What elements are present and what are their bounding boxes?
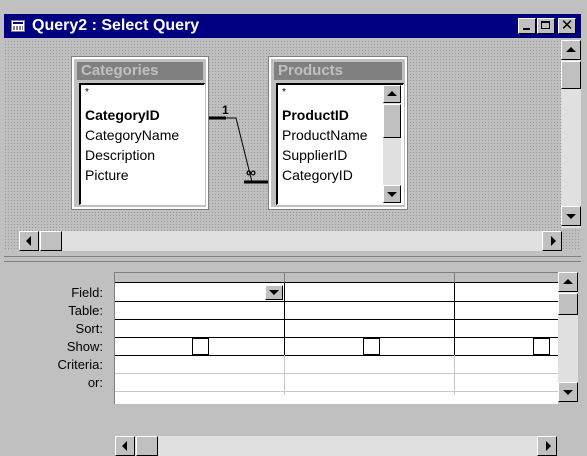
field-list-title[interactable]: Products — [274, 62, 402, 80]
right-arrow-icon — [546, 441, 551, 451]
scroll-up-button[interactable] — [383, 85, 401, 103]
field-list-item[interactable]: CategoryID — [282, 167, 353, 183]
field-list-item[interactable]: SupplierID — [282, 147, 347, 163]
scroll-thumb[interactable] — [558, 293, 578, 315]
column-selector[interactable] — [285, 273, 455, 283]
chevron-down-icon — [269, 290, 279, 295]
scroll-down-button[interactable] — [383, 185, 401, 203]
field-cell[interactable] — [115, 284, 284, 301]
title-bar[interactable]: Query2 : Select Query ✕ — [4, 14, 581, 38]
field-list-body[interactable]: * ProductID ProductName SupplierID Categ… — [276, 83, 404, 205]
products-field-list[interactable]: Products * ProductID ProductName Supplie… — [268, 56, 408, 210]
scroll-right-button[interactable] — [537, 436, 557, 456]
field-list-item[interactable]: * — [282, 88, 286, 98]
scroll-thumb[interactable] — [136, 436, 158, 456]
field-list-item[interactable]: ProductName — [282, 127, 368, 143]
field-list-item-key[interactable]: ProductID — [282, 107, 349, 123]
field-list-item-key[interactable]: CategoryID — [85, 107, 160, 123]
field-list-item[interactable]: CategoryName — [85, 127, 179, 143]
query-window: Query2 : Select Query ✕ 1 ∞ Categories *… — [0, 0, 587, 456]
down-arrow-icon — [566, 214, 576, 219]
table-pane-vertical-scrollbar[interactable] — [561, 40, 581, 228]
field-cell[interactable] — [285, 284, 454, 301]
scroll-thumb[interactable] — [40, 231, 62, 251]
maximize-button[interactable] — [537, 18, 555, 34]
design-grid-horizontal-scrollbar[interactable] — [115, 436, 557, 456]
window-title: Query2 : Select Query — [32, 17, 200, 34]
down-arrow-icon — [563, 390, 573, 395]
column-selector[interactable] — [115, 273, 285, 283]
down-arrow-icon — [387, 192, 397, 197]
pane-splitter[interactable] — [4, 256, 581, 262]
left-arrow-icon — [26, 236, 31, 246]
row-label-table: Table: — [68, 303, 103, 318]
scroll-right-button[interactable] — [542, 231, 562, 251]
scroll-down-button[interactable] — [561, 206, 581, 226]
up-arrow-icon — [563, 279, 573, 284]
design-grid-vertical-scrollbar[interactable] — [558, 272, 578, 402]
field-list-scrollbar[interactable] — [383, 85, 401, 203]
field-list-item[interactable]: * — [85, 88, 89, 98]
row-label-show: Show: — [66, 339, 103, 354]
column-selector[interactable] — [455, 273, 558, 283]
query-icon[interactable] — [11, 20, 25, 32]
show-checkbox[interactable] — [363, 338, 380, 355]
scroll-left-button[interactable] — [115, 436, 135, 456]
relationship-many-label: ∞ — [246, 164, 256, 180]
scroll-down-button[interactable] — [558, 382, 578, 402]
up-arrow-icon — [387, 91, 397, 96]
row-label-or: or: — [87, 375, 103, 390]
minimize-button[interactable] — [518, 18, 536, 34]
scroll-up-button[interactable] — [561, 40, 581, 60]
field-list-body[interactable]: * CategoryID CategoryName Description Pi… — [79, 83, 205, 205]
field-dropdown-button[interactable] — [265, 285, 283, 300]
field-list-title[interactable]: Categories — [77, 62, 203, 80]
row-label-criteria: Criteria: — [57, 357, 103, 372]
relationship-one-label: 1 — [222, 103, 229, 117]
scroll-thumb[interactable] — [561, 61, 581, 89]
table-pane-horizontal-scrollbar[interactable] — [19, 231, 562, 251]
show-checkbox[interactable] — [533, 338, 550, 355]
right-arrow-icon — [551, 236, 556, 246]
scroll-left-button[interactable] — [19, 231, 39, 251]
table-pane[interactable]: 1 ∞ Categories * CategoryID CategoryName… — [4, 40, 581, 251]
categories-field-list[interactable]: Categories * CategoryID CategoryName Des… — [71, 56, 209, 210]
close-icon: ✕ — [560, 16, 574, 34]
show-checkbox[interactable] — [192, 338, 209, 355]
design-grid[interactable] — [114, 272, 558, 404]
up-arrow-icon — [566, 47, 576, 52]
row-label-field: Field: — [71, 285, 103, 300]
scroll-up-button[interactable] — [558, 272, 578, 292]
left-arrow-icon — [122, 441, 127, 451]
field-cell[interactable] — [455, 284, 558, 301]
field-list-item[interactable]: Picture — [85, 167, 129, 183]
row-label-sort: Sort: — [75, 321, 103, 336]
field-list-item[interactable]: Description — [85, 147, 155, 163]
scroll-thumb[interactable] — [383, 104, 401, 138]
close-button[interactable]: ✕ — [558, 16, 576, 34]
design-grid-pane: Field: Table: Sort: Show: Criteria: or: — [4, 264, 581, 456]
